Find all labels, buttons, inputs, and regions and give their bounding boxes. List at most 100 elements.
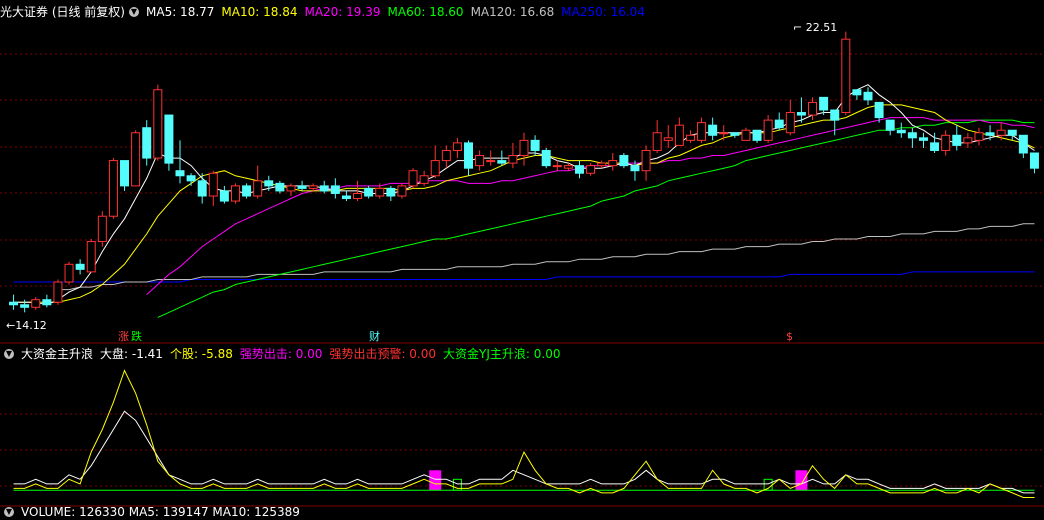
high-price-label: ⌐ 22.51 (793, 21, 837, 34)
main-chart[interactable] (0, 0, 1044, 345)
candle-body (930, 142, 940, 151)
candle-body (341, 195, 351, 200)
candle-body (219, 190, 229, 202)
volume-legend: ▼ VOLUME: 126330 MA5: 139147 MA10: 12538… (0, 504, 307, 520)
candle-body (452, 142, 462, 151)
candle-body (9, 301, 19, 306)
candle-body (441, 149, 451, 162)
candle-body (619, 155, 629, 167)
candle-body (264, 180, 274, 187)
candle-body (907, 132, 917, 139)
candle-body (918, 137, 928, 141)
fall-tag[interactable]: 跌 (131, 330, 142, 343)
candle-body (153, 89, 163, 159)
candle-body (563, 165, 573, 169)
indicator-legend: ▼ 大资金主升浪 大盘: -1.41 个股: -5.88 强势出击: 0.00 强势出… (0, 346, 567, 362)
indicator-title: 大资金主升浪 (21, 347, 94, 361)
candle-body (386, 187, 396, 197)
candle-body (519, 139, 529, 157)
candle-body (64, 263, 74, 283)
candle-body (752, 129, 762, 141)
candle-body (719, 132, 729, 135)
candle-body (86, 241, 96, 273)
low-arrow-icon: ← (6, 319, 16, 332)
candle-body (730, 132, 740, 136)
candle-body (131, 132, 141, 187)
candle-body (375, 187, 385, 197)
chevron-down-icon[interactable]: ▼ (4, 349, 14, 359)
candle-body (253, 180, 263, 197)
chevron-down-icon[interactable]: ▼ (4, 507, 14, 517)
ma60-line (157, 119, 1035, 318)
finance-tag[interactable]: 财 (369, 330, 380, 343)
candle-body (774, 119, 784, 129)
candle-body (874, 101, 884, 119)
candle-body (408, 170, 418, 187)
candle-body (1007, 129, 1017, 136)
candle-body (1018, 134, 1028, 154)
candle-body (841, 38, 851, 114)
candle-body (952, 134, 962, 146)
candle-body (586, 165, 596, 174)
candle-body (785, 112, 795, 134)
candle-body (20, 304, 30, 308)
low-price-value: 14.12 (15, 319, 47, 332)
candle-body (896, 129, 906, 134)
candle-body (674, 124, 684, 146)
candle-body (552, 165, 562, 168)
candle-body (430, 160, 440, 177)
candle-body (42, 299, 52, 306)
candle-body (608, 160, 618, 167)
candle-body (885, 119, 895, 131)
candle-body (597, 162, 607, 167)
candle-body (97, 215, 107, 243)
indicator-item: 大盘: -1.41 (100, 347, 163, 361)
indicator-items: 大盘: -1.41 个股: -5.88 强势出击: 0.00 强势出击预警: 0.00… (100, 346, 567, 362)
candle-body (31, 299, 41, 308)
candle-body (308, 185, 318, 189)
candle-body (796, 112, 806, 116)
candle-body (497, 160, 507, 164)
candle-body (663, 137, 673, 141)
candle-body (464, 142, 474, 169)
candle-body (242, 185, 252, 197)
candle-body (330, 185, 340, 194)
dollar-tag[interactable]: $ (786, 330, 793, 343)
indicator-item: 强势出击预警: 0.00 (329, 347, 437, 361)
candle-body (808, 101, 818, 116)
candle-body (685, 134, 695, 141)
candle-body (397, 185, 407, 197)
candle-body (108, 160, 118, 217)
candle-body (863, 91, 873, 101)
candle-body (697, 122, 707, 141)
candle-body (541, 149, 551, 167)
candle-body (652, 132, 662, 151)
candle-body (164, 114, 174, 164)
candle-body (852, 89, 862, 96)
candle-body (53, 281, 63, 303)
candle-body (197, 180, 207, 197)
candle-body (985, 132, 995, 136)
candle-body (708, 124, 718, 136)
candle-body (1029, 152, 1039, 169)
indicator-item: 个股: -5.88 (169, 347, 233, 361)
candle-body (175, 170, 185, 177)
volume-label: VOLUME: 126330 MA5: 139147 MA10: 125389 (21, 505, 300, 519)
indicator-item: 强势出击: 0.00 (239, 347, 323, 361)
rise-tag[interactable]: 涨 (118, 330, 129, 343)
candle-body (630, 165, 640, 172)
candle-body (974, 132, 984, 141)
candle-body (208, 172, 218, 197)
signal-bar (429, 470, 442, 491)
indicator-chart[interactable] (0, 362, 1044, 507)
candle-body (530, 139, 540, 151)
indicator-item: 大资金YJ主升浪: 0.00 (443, 347, 561, 361)
candle-body (419, 175, 429, 184)
signal-bar (795, 470, 808, 491)
high-arrow-icon: ⌐ (793, 21, 803, 34)
candle-body (941, 134, 951, 151)
low-price-label: ←14.12 (6, 319, 47, 332)
candle-body (364, 187, 374, 197)
candle-body (574, 165, 584, 174)
candle-body (486, 160, 496, 163)
